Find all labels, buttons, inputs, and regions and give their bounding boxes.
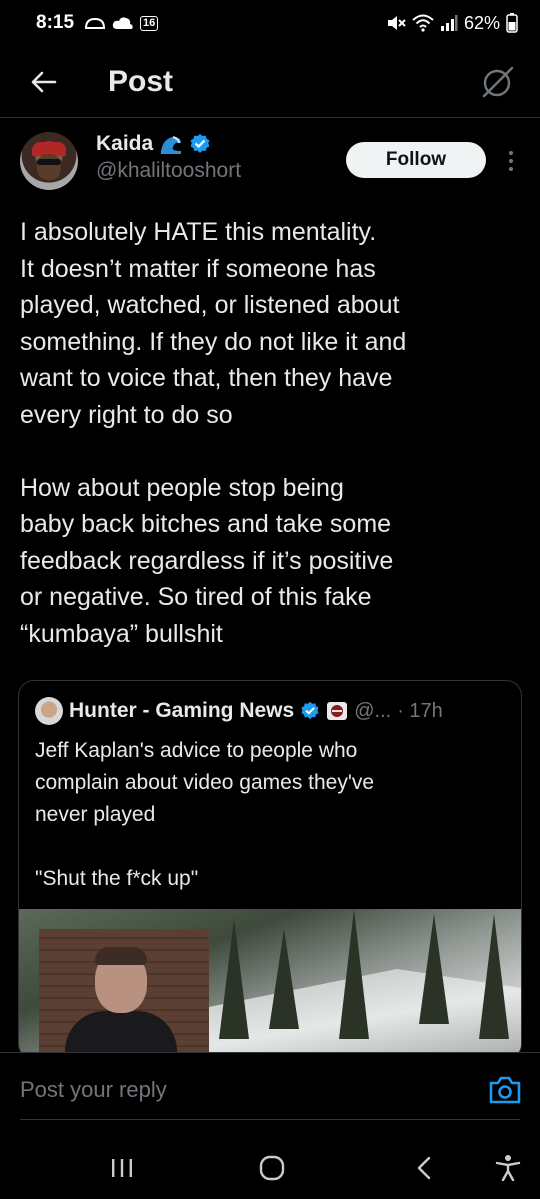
- quoted-video-thumbnail[interactable]: [19, 909, 521, 1059]
- post-line: baby back bitches and take some: [20, 510, 392, 538]
- follow-button[interactable]: Follow: [346, 142, 486, 178]
- quoted-text: Jeff Kaplan's advice to people who compl…: [35, 735, 505, 895]
- system-back-button[interactable]: [394, 1148, 454, 1188]
- post-line: something. If they do not like it and: [20, 327, 407, 356]
- post-line: every right to do so: [20, 400, 233, 429]
- reply-input[interactable]: Post your reply: [20, 1077, 167, 1103]
- wave-emoji-icon: [161, 136, 182, 154]
- affiliate-badge-icon: [327, 702, 348, 720]
- post-line: or negative. So tired of this fake: [20, 583, 372, 611]
- quoted-author-name: Hunter - Gaming News: [69, 699, 295, 722]
- post-line: “kumbaya” bullshit: [20, 619, 223, 648]
- quoted-line: Jeff Kaplan's advice to people who: [35, 739, 358, 762]
- quoted-post[interactable]: Hunter - Gaming News @... · 17h Jeff Kap…: [18, 680, 522, 1060]
- notification-icon: [85, 17, 106, 29]
- home-icon: [259, 1155, 285, 1181]
- more-dot-icon: [509, 167, 513, 171]
- mute-icon: [387, 16, 406, 30]
- camera-button[interactable]: [488, 1075, 522, 1107]
- status-bar: 8:15 16 62%: [0, 0, 540, 46]
- battery-icon: [506, 13, 518, 33]
- home-button[interactable]: [242, 1148, 302, 1188]
- author-handle[interactable]: @khaliltooshort: [96, 159, 241, 183]
- quoted-line: "Shut the f*ck up": [35, 867, 199, 890]
- recents-button[interactable]: [92, 1148, 152, 1188]
- back-icon: [417, 1156, 431, 1180]
- signal-icon: [440, 15, 458, 31]
- quoted-handle: @...: [354, 699, 392, 722]
- post-line: How about people stop being: [20, 473, 344, 502]
- arrow-left-icon: [31, 71, 57, 92]
- verified-badge-icon: [190, 134, 210, 153]
- accessibility-button[interactable]: [478, 1148, 538, 1188]
- top-bar: Post: [0, 46, 540, 118]
- post-line: It doesn’t matter if someone has: [20, 254, 376, 283]
- post-line: played, watched, or listened about: [20, 291, 400, 319]
- post-line: I absolutely HATE this mentality.: [20, 218, 377, 246]
- post-line: feedback regardless if it’s positive: [20, 546, 394, 575]
- more-dot-icon: [509, 159, 513, 163]
- calendar-badge: 16: [140, 15, 159, 31]
- recents-icon: [112, 1159, 132, 1177]
- quoted-line: never played: [35, 803, 156, 826]
- status-time: 8:15: [36, 12, 75, 33]
- post-text: I absolutely HATE this mentality. It doe…: [20, 214, 520, 652]
- more-options-button[interactable]: [502, 144, 520, 178]
- wifi-icon: [412, 14, 434, 32]
- post-line: want to voice that, then they have: [20, 364, 393, 392]
- back-button[interactable]: [0, 46, 86, 118]
- post-author: Kaida @khaliltooshort Follow: [20, 132, 520, 198]
- avatar[interactable]: [20, 132, 78, 190]
- cloud-icon: [112, 17, 133, 29]
- quoted-time: · 17h: [397, 699, 443, 722]
- author-name[interactable]: Kaida: [96, 132, 153, 156]
- verified-badge-icon: [301, 701, 319, 720]
- page-title: Post: [108, 64, 174, 98]
- quoted-post-header: Hunter - Gaming News @... · 17h: [35, 697, 443, 725]
- more-dot-icon: [509, 151, 513, 155]
- grok-icon: [482, 66, 514, 97]
- grok-button[interactable]: [478, 62, 518, 102]
- reply-bar: Post your reply: [0, 1052, 540, 1136]
- battery-percent: 62%: [463, 12, 500, 33]
- camera-icon: [489, 1076, 521, 1104]
- video-person: [61, 941, 181, 1059]
- system-nav-bar: [0, 1136, 540, 1199]
- accessibility-icon: [495, 1155, 521, 1182]
- quoted-avatar: [35, 697, 63, 725]
- quoted-line: complain about video games they've: [35, 771, 375, 794]
